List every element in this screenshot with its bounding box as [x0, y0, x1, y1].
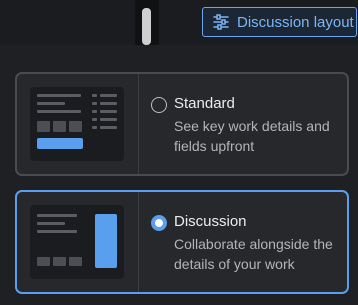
discussion-preview-pane	[17, 192, 139, 292]
discussion-layout-preview	[30, 205, 124, 279]
sliders-icon	[213, 14, 229, 30]
preview-line	[37, 102, 65, 105]
preview-accent-block	[37, 138, 83, 149]
preview-field	[53, 121, 66, 132]
preview-field	[53, 257, 66, 266]
discussion-radio-button[interactable]	[151, 215, 167, 231]
preview-side-line	[92, 102, 97, 105]
preview-accent-panel	[95, 214, 117, 268]
discussion-option-title: Discussion	[174, 213, 247, 230]
preview-field	[37, 121, 50, 132]
standard-preview-pane	[17, 74, 139, 174]
discussion-layout-button[interactable]: Discussion layout	[202, 7, 357, 37]
discussion-layout-button-label: Discussion layout	[237, 13, 354, 31]
preview-side-line	[92, 126, 97, 129]
scrollbar-thumb[interactable]	[142, 8, 151, 45]
standard-radio-button[interactable]	[151, 97, 167, 113]
layout-option-discussion[interactable]: Discussion Collaborate alongside the det…	[15, 190, 349, 294]
preview-field	[69, 257, 82, 266]
preview-side-line	[92, 94, 97, 97]
preview-side-line	[100, 94, 117, 97]
preview-line	[37, 214, 77, 217]
standard-option-description: See key work details and fields upfront	[174, 118, 330, 154]
standard-layout-preview	[30, 87, 124, 161]
preview-side-line	[92, 110, 97, 113]
preview-side-line	[100, 102, 117, 105]
preview-side-line	[100, 118, 117, 121]
preview-side-line	[100, 110, 117, 113]
preview-line	[37, 110, 81, 113]
preview-field	[69, 121, 82, 132]
preview-line	[37, 230, 77, 233]
discussion-option-description: Collaborate alongside the details of you…	[174, 236, 333, 272]
preview-line	[37, 94, 81, 97]
preview-side-line	[100, 126, 117, 129]
standard-option-title: Standard	[174, 95, 235, 112]
layout-option-standard[interactable]: Standard See key work details and fields…	[15, 72, 349, 176]
preview-field	[37, 257, 50, 266]
preview-line	[37, 222, 65, 225]
preview-side-line	[92, 118, 97, 121]
